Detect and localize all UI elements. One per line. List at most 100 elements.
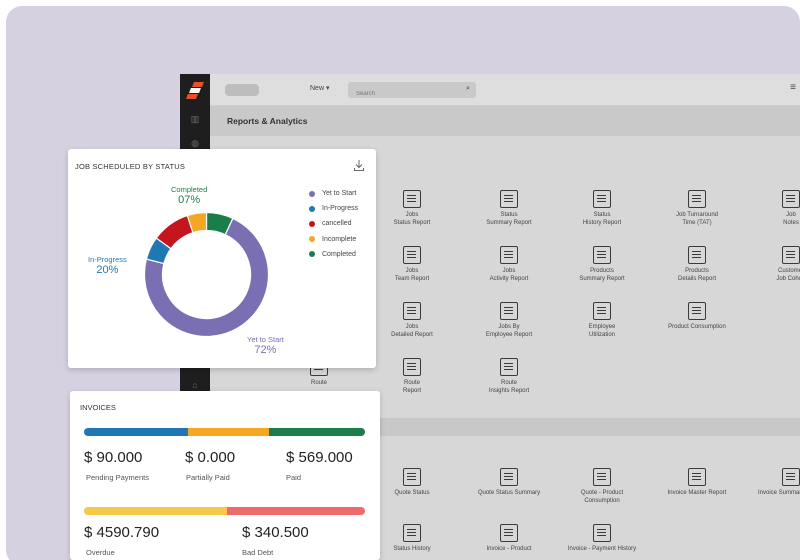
sparkle-icon xyxy=(500,524,518,542)
report-status-history[interactable]: Status History Report xyxy=(563,190,641,227)
chart-legend: Yet to Start In-Progress cancelled Incom… xyxy=(309,186,358,262)
report-label: Route xyxy=(310,380,327,386)
legend-item-yet-to-start[interactable]: Yet to Start xyxy=(309,186,358,201)
report-label: Route Insights Report xyxy=(488,380,530,394)
legend-label: cancelled xyxy=(322,220,352,228)
logo-icon xyxy=(186,82,204,100)
report-label: Jobs Detailed Report xyxy=(391,324,433,338)
chart-icon[interactable]: ▥ xyxy=(189,114,201,124)
legend-label: Completed xyxy=(322,250,356,258)
payments-progress-bar xyxy=(84,428,365,436)
report-label: Jobs Activity Report xyxy=(489,268,529,282)
checklist-icon xyxy=(782,468,800,486)
legend-item-cancelled[interactable]: cancelled xyxy=(309,216,358,231)
report-label: Status History Report xyxy=(582,212,622,226)
report-products-summary[interactable]: Products Summary Report xyxy=(563,246,641,283)
report-label: Invoice - Product xyxy=(486,546,532,552)
search-report-icon xyxy=(688,468,706,486)
report-route-report[interactable]: Route Report xyxy=(373,358,451,395)
completed-label: Completed xyxy=(171,185,208,194)
report-job-notes[interactable]: Job Notes xyxy=(752,190,800,227)
card-title: INVOICES xyxy=(80,403,116,412)
legend-item-in-progress[interactable]: In-Progress xyxy=(309,201,358,216)
team-icon xyxy=(403,246,421,264)
payments-bar-segment xyxy=(84,428,188,436)
in-progress-pct: 20% xyxy=(96,264,119,276)
report-quote-status-summary[interactable]: Quote Status Summary xyxy=(470,468,548,497)
new-button[interactable]: New ▾ xyxy=(310,84,329,92)
report-label: Job Notes xyxy=(783,212,799,226)
completed-pct: 07% xyxy=(178,194,201,206)
stopwatch-icon xyxy=(688,190,706,208)
search-icon[interactable]: ⌕ xyxy=(466,85,470,93)
report-label: Invoice Summary Report xyxy=(757,490,800,496)
invoices-card: INVOICES $ 90.000 Pending Payments $ 0.0… xyxy=(70,391,380,560)
report-quote-product-consumption[interactable]: Quote - Product Consumption xyxy=(563,468,641,505)
legend-dot xyxy=(309,220,315,227)
legend-label: Yet to Start xyxy=(322,190,357,198)
home-icon[interactable]: ⌂ xyxy=(189,380,201,390)
search-input[interactable] xyxy=(348,86,448,102)
overdue-amount: $ 4590.790 xyxy=(84,524,160,541)
report-job-tat[interactable]: Job Turnaround Time (TAT) xyxy=(658,190,736,227)
report-label: Invoice - Payment History xyxy=(567,546,637,552)
report-label: Route Report xyxy=(402,380,421,394)
globe-icon[interactable]: ◍ xyxy=(189,138,201,148)
sparkle-icon xyxy=(593,246,611,264)
legend-label: In-Progress xyxy=(322,205,359,213)
clipboard-list-icon xyxy=(688,302,706,320)
report-jobs-detailed[interactable]: Jobs Detailed Report xyxy=(373,302,451,339)
report-jobs-team[interactable]: Jobs Team Report xyxy=(373,246,451,283)
route-icon xyxy=(403,358,421,376)
clipboard-list-icon xyxy=(403,468,421,486)
report-status-history-invoice[interactable]: Status History xyxy=(373,524,451,553)
report-label: Product Consumption xyxy=(668,324,726,330)
download-icon[interactable] xyxy=(354,160,364,171)
paid-amount: $ 569.000 xyxy=(286,449,353,466)
job-status-card: JOB SCHEDULED BY STATUS Completed 07% In… xyxy=(68,149,376,368)
legend-item-completed[interactable]: Completed xyxy=(309,247,358,262)
report-quote-status[interactable]: Quote Status xyxy=(373,468,451,497)
report-jobs-by-employee[interactable]: Jobs By Employee Report xyxy=(470,302,548,339)
legend-item-incomplete[interactable]: Incomplete xyxy=(309,232,358,247)
report-employee-utilization[interactable]: Employee Utilization xyxy=(563,302,641,339)
report-label: Status Summary Report xyxy=(486,212,532,226)
report-invoice-master[interactable]: Invoice Master Report xyxy=(658,468,736,497)
bad-debt-amount: $ 340.500 xyxy=(242,524,309,541)
workspace-pill[interactable] xyxy=(225,84,259,96)
report-invoice-product[interactable]: Invoice - Product xyxy=(470,524,548,553)
report-jobs-activity[interactable]: Jobs Activity Report xyxy=(470,246,548,283)
report-product-consumption[interactable]: Product Consumption xyxy=(658,302,736,331)
yet-to-start-callout: Yet to Start 72% xyxy=(247,335,284,357)
utilization-icon xyxy=(593,302,611,320)
report-label: Quote Status xyxy=(394,490,430,496)
report-status-summary[interactable]: Status Summary Report xyxy=(470,190,548,227)
clipboard-list-icon xyxy=(403,524,421,542)
legend-dot xyxy=(309,205,315,212)
overdue-progress-bar xyxy=(84,507,365,515)
report-products-details[interactable]: Products Details Report xyxy=(658,246,736,283)
payments-bar-segment xyxy=(187,428,270,436)
checklist-icon xyxy=(500,190,518,208)
search-box[interactable]: ⌕ xyxy=(348,82,476,102)
report-label: Employee Utilization xyxy=(588,324,616,338)
notes-icon xyxy=(782,190,800,208)
section-header: Reports & Analytics xyxy=(210,106,800,136)
report-customer-cohort[interactable]: Customer Job Cohort xyxy=(752,246,800,283)
report-route-insights[interactable]: Route Insights Report xyxy=(470,358,548,395)
clipboard-list-icon xyxy=(593,524,611,542)
history-icon xyxy=(593,190,611,208)
completed-callout: Completed 07% xyxy=(171,185,207,207)
cohort-icon xyxy=(782,246,800,264)
overdue-bar-segment xyxy=(227,507,365,515)
legend-dot xyxy=(309,236,315,243)
report-invoice-summary[interactable]: Invoice Summary Report xyxy=(752,468,800,497)
yet-to-start-pct: 72% xyxy=(254,344,277,356)
route-insights-icon xyxy=(500,358,518,376)
menu-icon[interactable]: ≡ xyxy=(790,82,796,93)
report-label: Products Summary Report xyxy=(579,268,625,282)
report-invoice-payment-history[interactable]: Invoice - Payment History xyxy=(563,524,641,553)
report-jobs-status[interactable]: Jobs Status Report xyxy=(373,190,451,227)
legend-dot xyxy=(309,251,315,258)
yet-to-start-label: Yet to Start xyxy=(247,335,284,344)
